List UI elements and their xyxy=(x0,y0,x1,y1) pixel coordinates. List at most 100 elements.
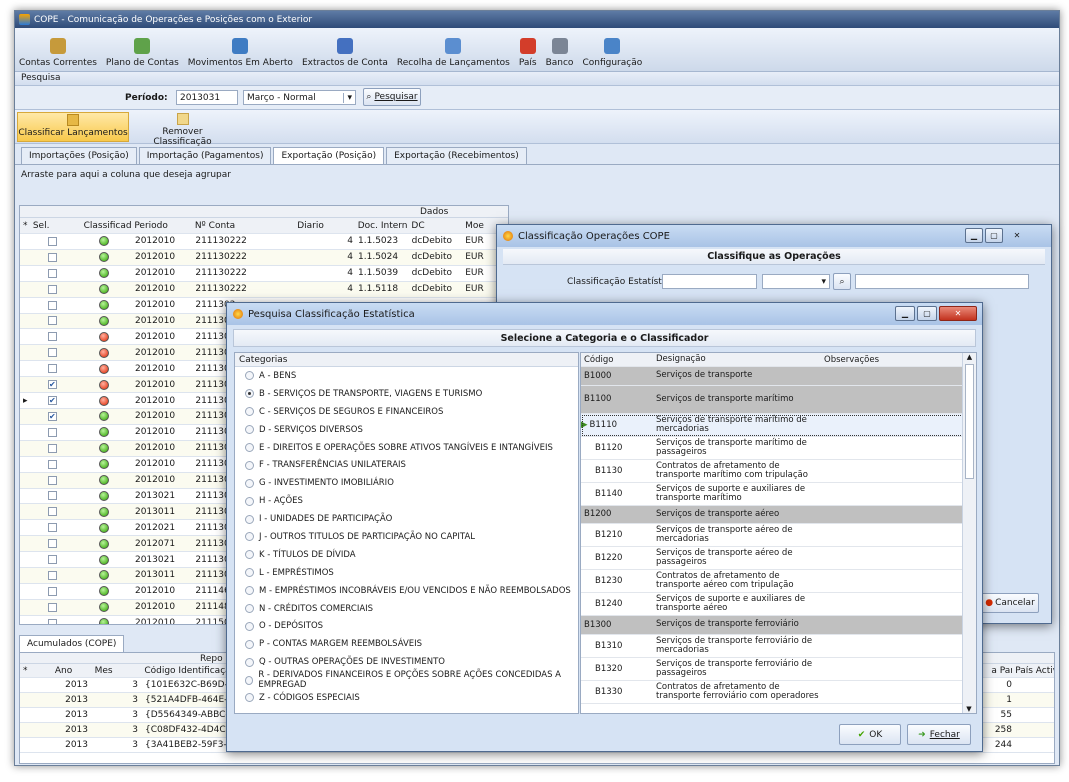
tab-3[interactable]: Exportação (Recebimentos) xyxy=(386,147,527,164)
radio-icon[interactable] xyxy=(245,371,254,381)
row-checkbox[interactable] xyxy=(47,268,57,278)
row-checkbox[interactable] xyxy=(47,316,57,326)
tab-2[interactable]: Exportação (Posição) xyxy=(273,147,385,164)
code-row[interactable]: B1140 Serviços de suporte e auxiliares de… xyxy=(581,483,964,506)
row-checkbox[interactable] xyxy=(47,348,57,358)
code-row[interactable]: ▶ B1110 Serviços de transporte marítimo de… xyxy=(581,413,964,437)
row-checkbox[interactable] xyxy=(47,570,57,580)
ribbon-button-plano-de-contas[interactable]: Plano de Contas xyxy=(106,38,179,68)
code-row[interactable]: B1330 Contratos de afretamento de transpo… xyxy=(581,681,964,704)
row-checkbox[interactable] xyxy=(47,523,57,533)
category-option[interactable]: C - SERVIÇOS DE SEGUROS E FINANCEIROS xyxy=(235,403,578,421)
col-pais-activo[interactable]: País Activo xyxy=(1012,666,1054,676)
row-checkbox[interactable] xyxy=(47,586,57,596)
code-row[interactable]: B1200 Serviços de transporte aéreo xyxy=(581,505,964,525)
code-row[interactable]: B1120 Serviços de transporte marítimo de … xyxy=(581,437,964,460)
row-checkbox[interactable] xyxy=(47,475,57,485)
col-header[interactable]: Nº Conta xyxy=(192,221,294,231)
code-row[interactable]: B1130 Contratos de afretamento de transpo… xyxy=(581,460,964,483)
code-row[interactable]: B1240 Serviços de suporte e auxiliares de… xyxy=(581,593,964,617)
table-row[interactable]: 2012010 211130222 4 1.1.5039 dcDebito EUR xyxy=(20,266,508,282)
tab-acumulados[interactable]: Acumulados (COPE) xyxy=(19,635,125,652)
row-checkbox[interactable] xyxy=(47,332,57,342)
radio-icon[interactable] xyxy=(245,604,254,614)
category-option[interactable]: I - UNIDADES DE PARTICIPAÇÃO xyxy=(235,510,578,528)
radio-icon[interactable] xyxy=(245,657,254,667)
category-option[interactable]: G - INVESTIMENTO IMOBILIÁRIO xyxy=(235,474,578,492)
col-header[interactable]: Diario xyxy=(294,221,355,231)
radio-icon[interactable] xyxy=(245,532,254,542)
row-checkbox[interactable] xyxy=(47,364,57,374)
radio-icon[interactable] xyxy=(245,693,254,703)
radio-icon[interactable] xyxy=(245,586,254,596)
row-checkbox[interactable]: ✔ xyxy=(47,411,57,421)
radio-icon[interactable] xyxy=(245,407,254,417)
radio-icon[interactable] xyxy=(245,675,254,685)
col-observacoes[interactable]: Observações xyxy=(821,355,961,365)
lookup-button[interactable]: ⌕ xyxy=(833,273,851,290)
category-option[interactable]: Q - OUTRAS OPERAÇÕES DE INVESTIMENTO xyxy=(235,653,578,671)
col-designacao[interactable]: Designação xyxy=(656,355,821,364)
ribbon-button-movimentos-em-aberto[interactable]: Movimentos Em Aberto xyxy=(188,38,293,68)
row-checkbox[interactable] xyxy=(47,555,57,565)
row-checkbox[interactable] xyxy=(47,300,57,310)
col-header[interactable]: Periodo xyxy=(131,221,192,231)
code-row[interactable]: B1310 Serviços de transporte ferroviário … xyxy=(581,635,964,658)
row-checkbox[interactable] xyxy=(47,491,57,501)
row-checkbox[interactable] xyxy=(47,459,57,469)
code-row[interactable]: B1100 Serviços de transporte marítimo xyxy=(581,385,964,414)
minimize-icon[interactable]: ▁ xyxy=(965,228,983,243)
remove-classification-button[interactable]: Remover Classificação xyxy=(135,112,230,147)
radio-icon[interactable] xyxy=(245,514,254,524)
col-header[interactable]: Classificado xyxy=(81,221,132,231)
category-option[interactable]: M - EMPRÉSTIMOS INCOBRÁVEIS E/OU VENCIDO… xyxy=(235,582,578,600)
period-input[interactable]: 2013031 xyxy=(176,90,238,105)
row-checkbox[interactable] xyxy=(47,618,57,624)
table-row[interactable]: 2012010 211130222 4 1.1.5023 dcDebito EUR xyxy=(20,234,508,250)
category-option[interactable]: E - DIREITOS E OPERAÇÕES SOBRE ATIVOS TA… xyxy=(235,439,578,457)
radio-icon[interactable] xyxy=(245,460,254,470)
category-option[interactable]: N - CRÉDITOS COMERCIAIS xyxy=(235,600,578,618)
radio-icon[interactable] xyxy=(245,621,254,631)
radio-icon[interactable] xyxy=(245,550,254,560)
category-option[interactable]: F - TRANSFERÊNCIAS UNILATERAIS xyxy=(235,456,578,474)
row-checkbox[interactable]: ✔ xyxy=(47,380,57,390)
ribbon-button-país[interactable]: País xyxy=(519,38,537,68)
category-option[interactable]: O - DEPÓSITOS xyxy=(235,617,578,635)
month-select[interactable]: Março - Normal ▾ xyxy=(243,90,356,105)
scrollbar-thumb[interactable] xyxy=(965,364,974,479)
maximize-icon[interactable]: ▢ xyxy=(985,228,1003,243)
category-option[interactable]: H - AÇÕES xyxy=(235,492,578,510)
classification-select[interactable]: ▾ xyxy=(762,274,830,289)
row-checkbox[interactable] xyxy=(47,284,57,294)
code-row[interactable]: B1210 Serviços de transporte aéreo de mer… xyxy=(581,524,964,548)
category-option[interactable]: J - OUTROS TITULOS DE PARTICIPAÇÃO NO CA… xyxy=(235,528,578,546)
close-button[interactable]: ➜ Fechar xyxy=(907,724,971,745)
radio-icon[interactable] xyxy=(245,389,254,399)
row-checkbox[interactable] xyxy=(47,602,57,612)
code-row[interactable]: B1230 Contratos de afretamento de transpo… xyxy=(581,570,964,594)
ribbon-button-contas-correntes[interactable]: Contas Correntes xyxy=(19,38,97,68)
radio-icon[interactable] xyxy=(245,568,254,578)
code-row[interactable]: B1320 Serviços de transporte ferroviário … xyxy=(581,658,964,681)
close-icon[interactable]: ✕ xyxy=(939,306,977,321)
ok-button[interactable]: ✔ OK xyxy=(839,724,901,745)
search-button[interactable]: ⌕ Pesquisar xyxy=(363,88,421,106)
row-checkbox[interactable] xyxy=(47,427,57,437)
code-row[interactable]: B1000 Serviços de transporte xyxy=(581,367,964,386)
row-checkbox[interactable] xyxy=(47,236,57,246)
radio-icon[interactable] xyxy=(245,443,254,452)
radio-icon[interactable] xyxy=(245,425,254,435)
ribbon-button-banco[interactable]: Banco xyxy=(546,38,573,68)
cancel-button[interactable]: ● Cancelar xyxy=(981,593,1039,613)
category-option[interactable]: R - DERIVADOS FINANCEIROS E OPÇÕES SOBRE… xyxy=(235,670,578,690)
tab-1[interactable]: Importação (Pagamentos) xyxy=(138,147,272,164)
col-header[interactable]: DC xyxy=(408,221,462,231)
table-row[interactable]: 2012010 211130222 4 1.1.5024 dcDebito EUR xyxy=(20,249,508,266)
category-option[interactable]: K - TÍTULOS DE DÍVIDA xyxy=(235,546,578,564)
maximize-icon[interactable]: ▢ xyxy=(917,306,937,321)
row-checkbox[interactable]: ✔ xyxy=(47,396,57,406)
col-codigo[interactable]: Código xyxy=(581,355,656,365)
category-option[interactable]: Z - CÓDIGOS ESPECIAIS xyxy=(235,689,578,707)
codes-scrollbar[interactable]: ▲ ▼ xyxy=(962,353,976,713)
